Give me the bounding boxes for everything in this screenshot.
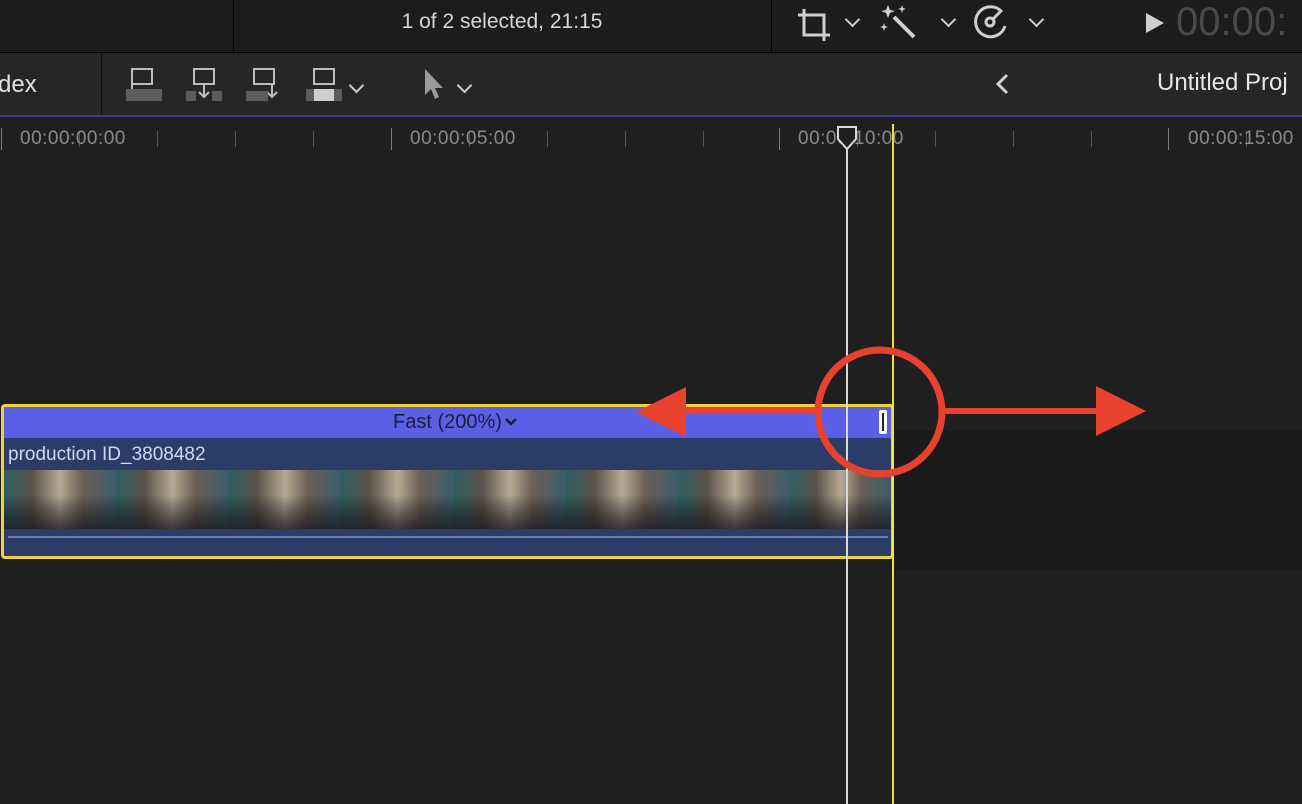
annotation-arrowhead-right [1096,386,1146,436]
speed-gauge-icon[interactable] [972,4,1012,44]
append-clip-icon[interactable] [244,67,284,103]
ruler-timecode: 00:00:00:00 [20,128,126,149]
playhead[interactable] [846,140,848,804]
clip-title: production ID_3808482 [8,444,206,465]
ruler-tick [1168,128,1169,150]
top-bar: 1 of 2 selected, 21:15 00:00: [0,0,1302,53]
project-title: Untitled Proj [1157,69,1288,96]
retime-speed-bar[interactable]: Fast (200%) [4,407,891,438]
magic-wand-icon[interactable] [880,3,920,43]
timecode-display: 00:00: [1176,0,1288,44]
ruler-tick [547,131,548,147]
index-button[interactable]: dex [0,71,37,99]
clip-filmstrip [4,470,891,529]
divider [771,0,772,52]
audio-level-line [8,536,888,538]
timeline-toolbar: dex Untitled Proj [0,53,1302,117]
skimmer [892,124,894,804]
ruler-tick [935,131,936,147]
insert-clip-icon[interactable] [184,67,224,103]
ruler-timecode: 00:00:05:00 [410,128,516,149]
retime-handle[interactable] [879,410,887,434]
timeline-ruler[interactable]: 00:00:00:00 00:00:05:00 00:00:10:00 00:0… [0,117,1302,157]
divider [101,53,102,115]
play-icon[interactable] [1143,11,1167,35]
speed-label: Fast (200%) [393,411,502,433]
ruler-tick [391,128,392,150]
ruler-tick [779,128,780,150]
ruler-tick [235,131,236,147]
connect-clip-icon[interactable] [124,67,164,103]
ruler-timecode: 00:00:15:00 [1188,128,1294,149]
ruler-tick [625,131,626,147]
overwrite-clip-icon[interactable] [304,67,344,103]
chevron-down-icon[interactable] [844,11,861,28]
ruler-tick [1013,131,1014,147]
timeline-gap [895,430,1302,570]
ruler-tick [313,131,314,147]
chevron-down-icon[interactable] [504,417,518,427]
chevron-down-icon[interactable] [456,77,473,94]
ruler-tick [157,131,158,147]
ruler-tick [703,131,704,147]
ruler-tick [1,128,2,150]
chevron-down-icon[interactable] [1028,11,1045,28]
filmstrip-frames [4,470,891,529]
chevron-down-icon[interactable] [940,11,957,28]
chevron-down-icon[interactable] [348,77,365,94]
selection-status: 1 of 2 selected, 21:15 [401,10,603,33]
select-tool-icon[interactable] [421,67,449,103]
ruler-tick [1091,131,1092,147]
playhead-handle[interactable] [836,125,858,151]
crop-icon[interactable] [794,5,834,45]
back-chevron-icon[interactable] [993,73,1013,97]
video-clip[interactable]: Fast (200%) production ID_3808482 [1,404,894,559]
